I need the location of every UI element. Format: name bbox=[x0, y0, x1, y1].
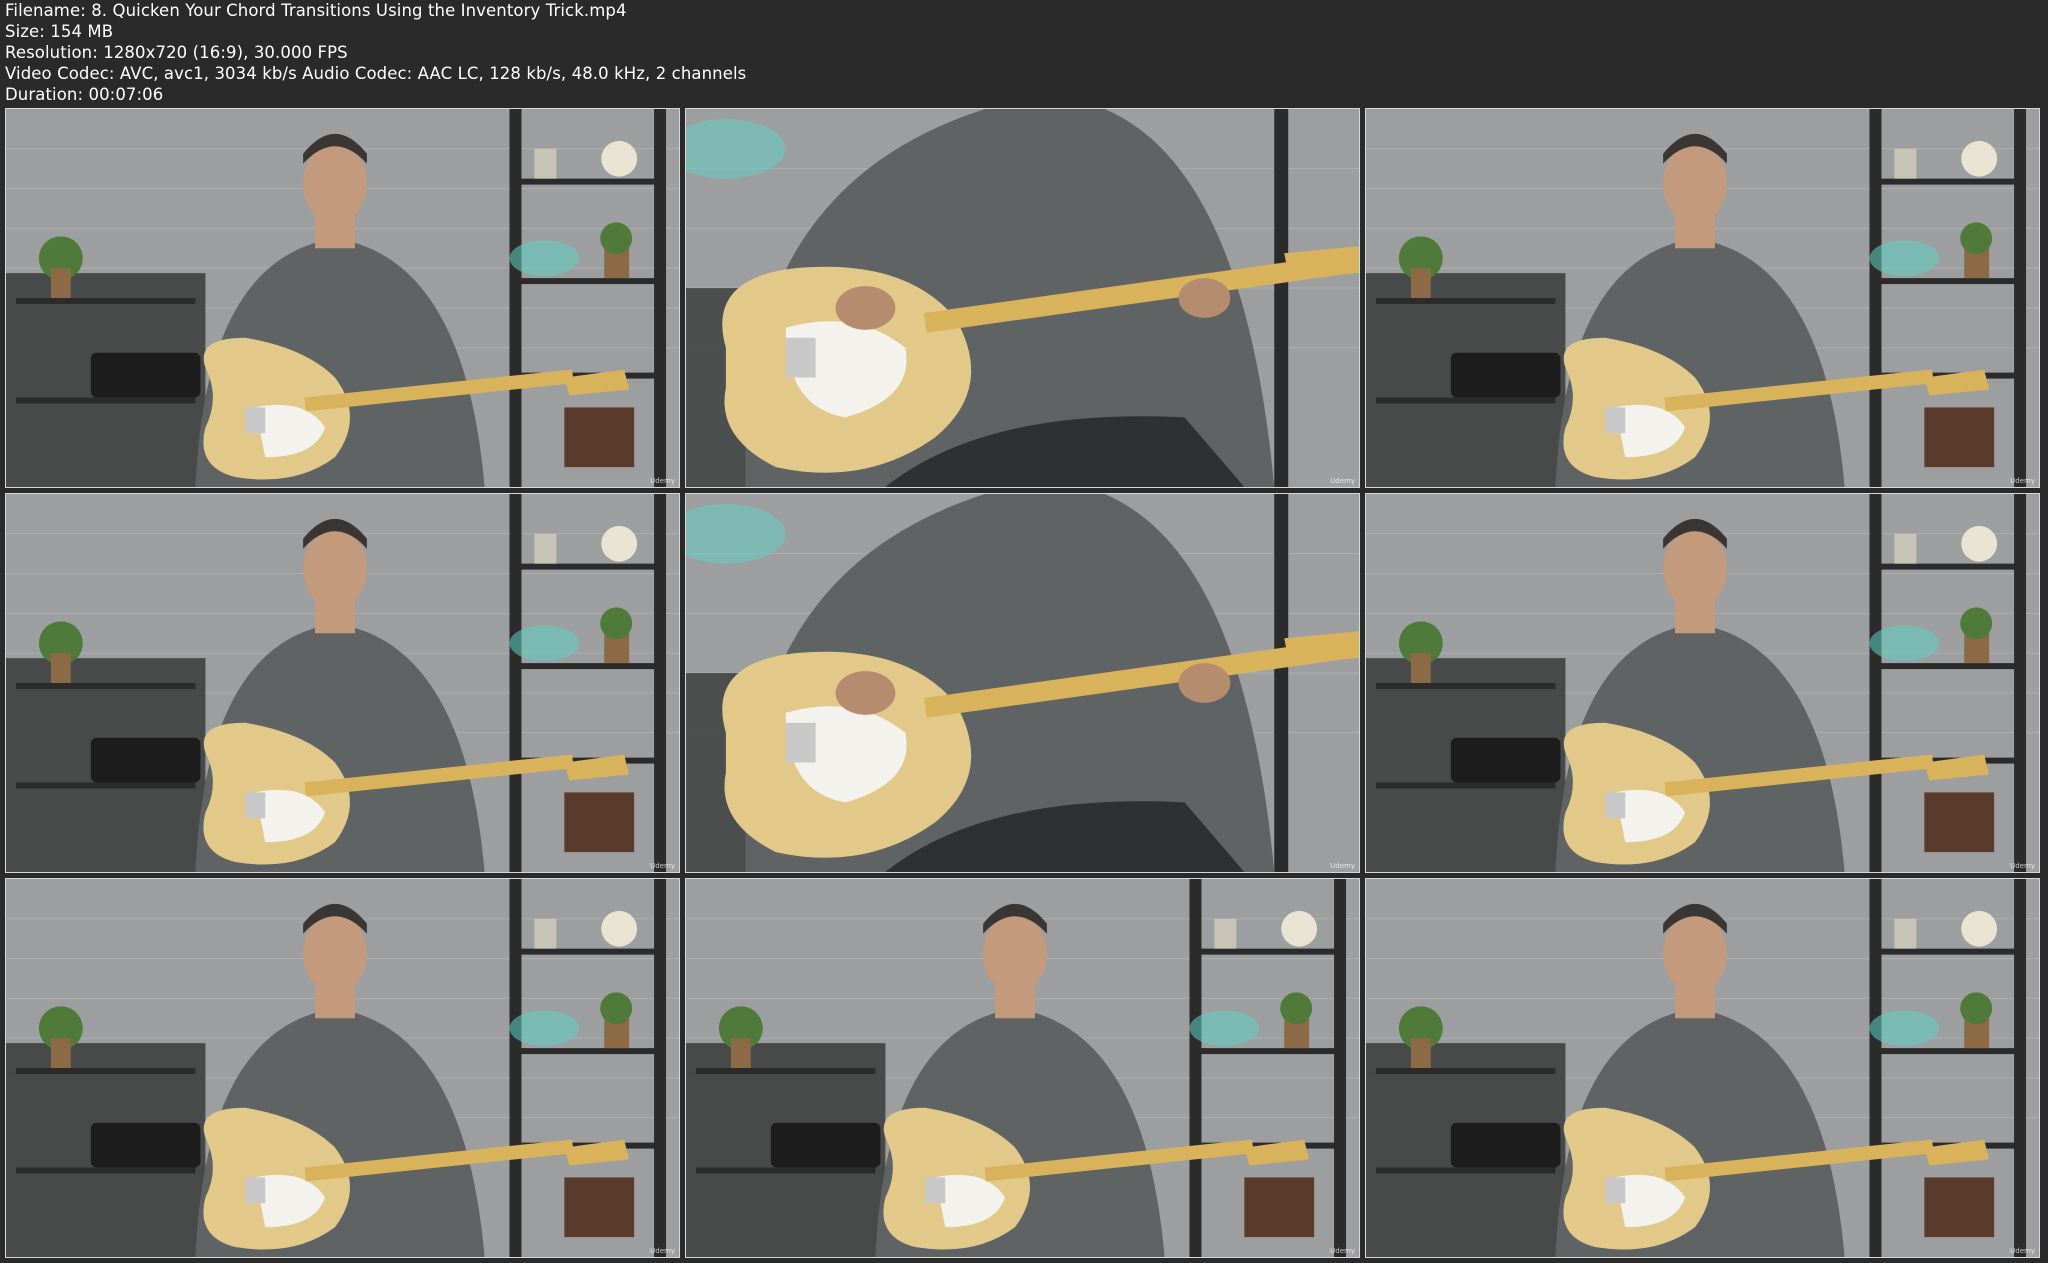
thumbnail-frame-image bbox=[1366, 879, 2039, 1257]
video-thumbnail: Udemy bbox=[1365, 493, 2040, 873]
video-thumbnail: Udemy bbox=[685, 108, 1360, 488]
codec-line: Video Codec: AVC, avc1, 3034 kb/s Audio … bbox=[5, 64, 747, 83]
video-thumbnail: Udemy bbox=[1365, 108, 2040, 488]
thumbnail-frame-image bbox=[686, 494, 1359, 872]
thumbnail-frame-image bbox=[1366, 109, 2039, 487]
video-thumbnail: Udemy bbox=[685, 493, 1360, 873]
duration-line: Duration: 00:07:06 bbox=[5, 85, 164, 104]
watermark: Udemy bbox=[650, 477, 675, 485]
video-thumbnail: Udemy bbox=[685, 878, 1360, 1258]
watermark: Udemy bbox=[1330, 477, 1355, 485]
watermark: Udemy bbox=[2010, 862, 2035, 870]
video-thumbnail: Udemy bbox=[1365, 878, 2040, 1258]
watermark: Udemy bbox=[1330, 862, 1355, 870]
video-thumbnail: Udemy bbox=[5, 108, 680, 488]
video-thumbnail: Udemy bbox=[5, 493, 680, 873]
thumbnail-frame-image bbox=[686, 879, 1359, 1257]
watermark: Udemy bbox=[2010, 477, 2035, 485]
watermark: Udemy bbox=[2010, 1247, 2035, 1255]
file-info: Filename: 8. Quicken Your Chord Transiti… bbox=[5, 0, 2035, 105]
thumbnail-frame-image bbox=[6, 879, 679, 1257]
watermark: Udemy bbox=[1330, 1247, 1355, 1255]
size-line: Size: 154 MB bbox=[5, 22, 114, 41]
thumbnail-frame-image bbox=[686, 109, 1359, 487]
watermark: Udemy bbox=[650, 1247, 675, 1255]
resolution-line: Resolution: 1280x720 (16:9), 30.000 FPS bbox=[5, 43, 348, 62]
thumbnail-frame-image bbox=[1366, 494, 2039, 872]
thumbnail-grid: Udemy Udemy Udemy Udemy Udemy Udemy Udem… bbox=[5, 108, 2045, 1260]
thumbnail-frame-image bbox=[6, 109, 679, 487]
thumbnail-frame-image bbox=[6, 494, 679, 872]
filename-line: Filename: 8. Quicken Your Chord Transiti… bbox=[5, 1, 627, 20]
watermark: Udemy bbox=[650, 862, 675, 870]
video-thumbnail: Udemy bbox=[5, 878, 680, 1258]
